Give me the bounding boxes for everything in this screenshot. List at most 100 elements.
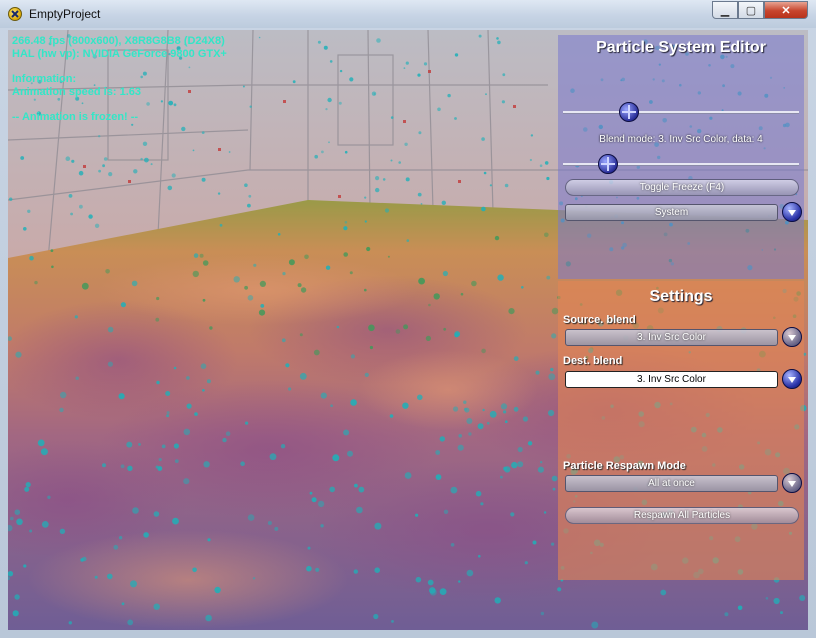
particle: [192, 270, 199, 278]
particle: [155, 465, 159, 469]
particle: [247, 514, 255, 521]
particle: [313, 349, 320, 356]
dest-blend-dropdown-arrow-icon[interactable]: [782, 369, 802, 389]
particle: [373, 93, 376, 95]
particle: [387, 255, 390, 258]
window-controls: ▁ ▢ ✕: [712, 1, 808, 20]
particle: [478, 554, 481, 558]
particle: [486, 421, 490, 425]
particle: [105, 269, 110, 274]
particle: [427, 579, 434, 586]
maximize-button[interactable]: ▢: [738, 1, 764, 19]
speed-slider-thumb[interactable]: [619, 102, 640, 122]
particle: [403, 324, 409, 330]
toggle-freeze-button[interactable]: Toggle Freeze (F4): [565, 179, 799, 196]
particle: [161, 444, 166, 449]
source-blend-label: Source. blend: [563, 314, 636, 326]
editor-title: Particle System Editor: [596, 39, 766, 56]
particle: [435, 450, 441, 455]
respawn-mode-combo[interactable]: All at once: [565, 475, 778, 492]
particle: [292, 80, 296, 84]
animation-speed-text: Animation speed is: 1.63: [12, 86, 141, 98]
minimize-button[interactable]: ▁: [712, 1, 738, 19]
render-viewport[interactable]: 266.48 fps (800x600), X8R8G8B8 (D24X8) H…: [8, 30, 808, 630]
particle: [551, 333, 557, 339]
particle: [133, 169, 138, 174]
particle: [260, 304, 265, 308]
particle: [513, 406, 519, 412]
particle: [248, 194, 252, 198]
particle: [468, 432, 472, 436]
particle: [489, 410, 497, 418]
particle: [364, 288, 367, 292]
particle: [376, 38, 381, 43]
particle: [524, 561, 528, 565]
particle: [336, 325, 340, 329]
particle: [548, 409, 555, 417]
particle: [437, 107, 441, 112]
particle: [513, 356, 519, 361]
particle: [511, 461, 518, 469]
particle: [450, 486, 458, 494]
particle: [201, 131, 205, 134]
particle: [199, 253, 204, 258]
particle: [420, 203, 423, 205]
respawn-all-particles-button[interactable]: Respawn All Particles: [565, 507, 799, 524]
particle: [183, 478, 190, 485]
particle: [494, 235, 500, 241]
dest-blend-label: Dest. blend: [563, 355, 623, 367]
particle: [269, 453, 277, 461]
particle: [375, 176, 380, 181]
particle: [68, 194, 73, 198]
particle: [183, 428, 191, 436]
particle: [481, 206, 486, 212]
particle: [34, 280, 38, 285]
particle: [454, 331, 461, 337]
particle: [165, 391, 171, 396]
speed-slider-track[interactable]: [563, 111, 799, 113]
particle: [118, 393, 125, 400]
particle: [14, 509, 21, 515]
title-bar[interactable]: EmptyProject ▁ ▢ ✕: [0, 0, 816, 28]
particle: [193, 253, 199, 258]
particle: [50, 249, 54, 253]
close-button[interactable]: ✕: [764, 1, 808, 19]
particle: [14, 594, 20, 600]
particle: [240, 461, 245, 467]
respawn-mode-dropdown-arrow-icon[interactable]: [782, 473, 802, 493]
particle: [441, 200, 446, 205]
particle: [343, 252, 349, 257]
particle: [132, 507, 139, 514]
particle: [343, 429, 350, 436]
settings-title: Settings: [649, 288, 713, 305]
particle: [10, 516, 14, 521]
particle: [439, 436, 445, 442]
particle: [500, 403, 508, 410]
particle: [454, 117, 457, 120]
particle: [65, 156, 71, 161]
particle: [299, 333, 303, 337]
particle: [527, 441, 533, 446]
particle: [374, 567, 381, 573]
particle: [166, 411, 170, 415]
particle: [537, 466, 545, 473]
particle: [186, 376, 190, 380]
particle: [349, 77, 354, 82]
particle: [780, 611, 783, 615]
particle: [259, 280, 266, 287]
system-combo[interactable]: System: [565, 204, 778, 221]
particle: [225, 431, 231, 437]
particle: [481, 348, 486, 354]
particle: [203, 461, 210, 468]
particle: [16, 518, 23, 526]
dest-blend-combo[interactable]: 3. Inv Src Color: [565, 371, 778, 388]
particle: [277, 233, 281, 236]
source-blend-combo[interactable]: 3. Inv Src Color: [565, 329, 778, 346]
particle: [200, 363, 207, 370]
blend-data-slider-thumb[interactable]: [597, 154, 618, 174]
particle: [172, 517, 179, 525]
particle: [317, 40, 321, 44]
source-blend-dropdown-arrow-icon[interactable]: [782, 327, 802, 347]
particle: [517, 446, 523, 453]
system-dropdown-arrow-icon[interactable]: [782, 202, 802, 222]
